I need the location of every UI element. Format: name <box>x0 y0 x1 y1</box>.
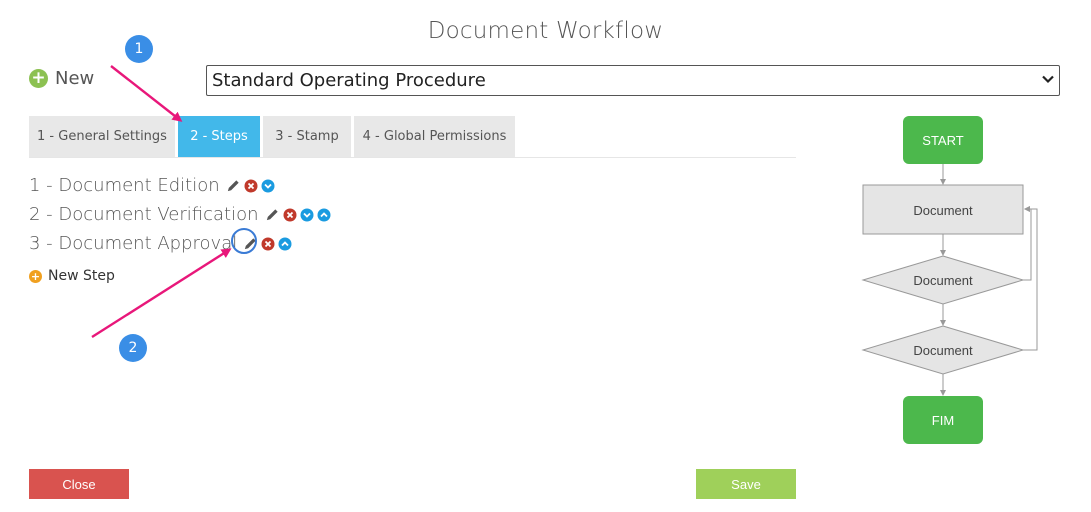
tab-divider <box>29 157 796 158</box>
flow-end-label: FIM <box>932 413 954 428</box>
edit-pencil-icon[interactable] <box>226 178 241 193</box>
step-list: 1 - Document Edition 2 - Document Verifi… <box>29 171 334 258</box>
save-button[interactable]: Save <box>696 469 796 499</box>
step-item: 2 - Document Verification <box>29 200 334 229</box>
new-step-button[interactable]: + New Step <box>29 268 115 284</box>
new-workflow-label: New <box>55 68 95 89</box>
step-label: 1 - Document Edition <box>29 175 220 196</box>
annotation-badge-2: 2 <box>119 334 147 362</box>
tab-steps[interactable]: 2 - Steps <box>178 116 260 157</box>
new-step-label: New Step <box>48 268 115 284</box>
step-item: 1 - Document Edition <box>29 171 334 200</box>
new-workflow-button[interactable]: + New <box>29 68 94 89</box>
tab-bar: 1 - General Settings 2 - Steps 3 - Stamp… <box>29 116 518 157</box>
close-button[interactable]: Close <box>29 469 129 499</box>
tab-global-permissions[interactable]: 4 - Global Permissions <box>354 116 515 157</box>
workflow-flowchart: START Document Document Document FIM <box>861 116 1038 444</box>
step-label: 2 - Document Verification <box>29 204 259 225</box>
annotation-arrow-2 <box>91 248 232 339</box>
plus-circle-icon: + <box>29 69 48 88</box>
step-item: 3 - Document Approval <box>29 229 334 258</box>
plus-circle-icon: + <box>29 269 42 283</box>
flow-process-label: Document <box>913 203 973 218</box>
flow-decision-label: Document <box>913 343 973 358</box>
flow-start-label: START <box>922 133 963 148</box>
move-up-icon[interactable] <box>317 208 331 222</box>
move-up-icon[interactable] <box>278 237 292 251</box>
workflow-select[interactable]: Standard Operating Procedure <box>206 65 1060 96</box>
delete-icon[interactable] <box>261 237 275 251</box>
delete-icon[interactable] <box>283 208 297 222</box>
delete-icon[interactable] <box>244 179 258 193</box>
edit-pencil-icon[interactable] <box>265 207 280 222</box>
tab-stamp[interactable]: 3 - Stamp <box>263 116 351 157</box>
move-down-icon[interactable] <box>300 208 314 222</box>
chevron-down-icon <box>1042 75 1054 84</box>
step-label: 3 - Document Approval <box>29 233 238 254</box>
tab-general-settings[interactable]: 1 - General Settings <box>29 116 175 157</box>
annotation-arrow-1 <box>110 65 183 122</box>
move-down-icon[interactable] <box>261 179 275 193</box>
flow-decision-label: Document <box>913 273 973 288</box>
flow-loop-connector <box>1023 206 1032 281</box>
annotation-badge-1: 1 <box>125 35 153 63</box>
highlight-ring <box>231 228 257 254</box>
workflow-select-value: Standard Operating Procedure <box>212 70 486 91</box>
dialog-title: Document Workflow <box>427 18 664 44</box>
